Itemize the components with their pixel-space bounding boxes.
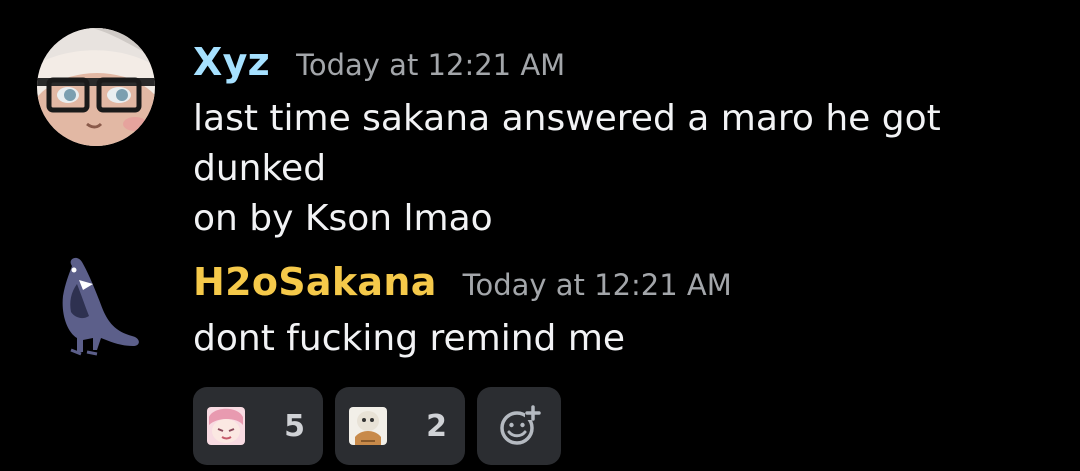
reaction-button[interactable]: 5 xyxy=(193,387,323,465)
username[interactable]: H2oSakana xyxy=(193,260,437,304)
username[interactable]: Xyz xyxy=(193,40,270,84)
message-text: dont fucking remind me xyxy=(193,318,626,359)
message-header: Xyz Today at 12:21 AM xyxy=(193,40,1063,90)
user-avatar-h2osakana[interactable] xyxy=(37,254,155,372)
message-content: Xyz Today at 12:21 AM last time sakana a… xyxy=(193,40,1063,244)
message-content: H2oSakana Today at 12:21 AM dont fucking… xyxy=(193,260,1063,364)
timestamp: Today at 12:21 AM xyxy=(462,268,732,302)
fish-in-suit-avatar-icon xyxy=(62,257,139,356)
reaction-bar: 5 2 xyxy=(193,387,561,465)
timestamp: Today at 12:21 AM xyxy=(296,48,566,82)
add-reaction-button[interactable] xyxy=(477,387,561,465)
add-reaction-icon xyxy=(500,405,541,445)
message-text: last time sakana answered a maro he got … xyxy=(193,98,941,239)
reaction-count: 2 xyxy=(426,408,447,444)
message-header: H2oSakana Today at 12:21 AM xyxy=(193,260,1063,310)
glasses-face-avatar-icon xyxy=(37,28,155,146)
reaction-button[interactable]: 2 xyxy=(335,387,465,465)
chat-view: Xyz Today at 12:21 AM last time sakana a… xyxy=(0,0,1080,471)
reaction-count: 5 xyxy=(284,408,305,444)
user-avatar-xyz[interactable] xyxy=(37,28,155,146)
pepe-frog-emoji-icon xyxy=(349,407,387,445)
pink-haired-girl-emoji-icon xyxy=(207,407,245,445)
